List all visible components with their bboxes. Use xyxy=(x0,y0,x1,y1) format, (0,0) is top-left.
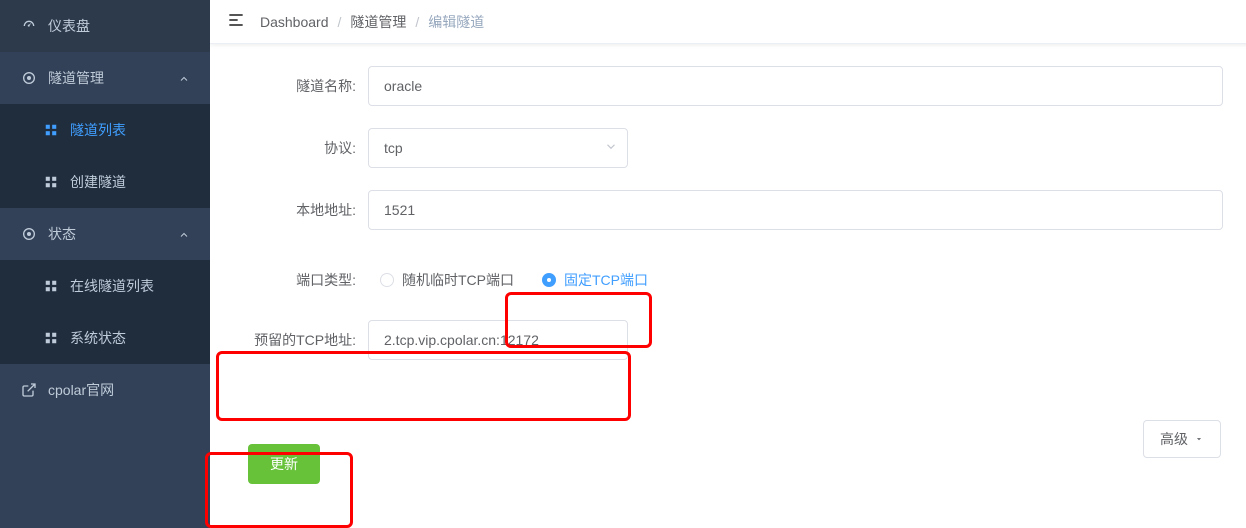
radio-dot xyxy=(380,273,394,287)
tunnel-name-label: 隧道名称: xyxy=(238,76,368,96)
sidebar-item-cpolar-site[interactable]: cpolar官网 xyxy=(0,364,210,416)
sidebar-item-label: 隧道管理 xyxy=(48,68,178,88)
tunnel-icon xyxy=(20,69,38,87)
advanced-toggle[interactable]: 高级 xyxy=(1143,420,1221,458)
annotation-highlight-reserved-tcp xyxy=(216,351,631,421)
sidebar-item-label: cpolar官网 xyxy=(48,380,190,400)
sidebar-item-tunnel-mgmt[interactable]: 隧道管理 xyxy=(0,52,210,104)
sidebar-item-tunnel-list[interactable]: 隧道列表 xyxy=(0,104,210,156)
hamburger-toggle[interactable] xyxy=(226,6,260,37)
protocol-select[interactable] xyxy=(368,128,628,168)
advanced-label: 高级 xyxy=(1160,429,1188,449)
chevron-up-icon xyxy=(178,228,190,240)
grid-icon xyxy=(42,277,60,295)
radio-label: 固定TCP端口 xyxy=(564,270,648,290)
crumb-edit-tunnel: 编辑隧道 xyxy=(428,12,484,32)
topbar: Dashboard / 隧道管理 / 编辑隧道 xyxy=(210,0,1246,44)
main: Dashboard / 隧道管理 / 编辑隧道 隧道名称: 协议: xyxy=(210,0,1246,528)
radio-fixed-port[interactable]: 固定TCP端口 xyxy=(530,262,660,298)
sidebar-item-status[interactable]: 状态 xyxy=(0,208,210,260)
crumb-tunnel-mgmt[interactable]: 隧道管理 xyxy=(350,12,406,32)
grid-icon xyxy=(42,173,60,191)
breadcrumb: Dashboard / 隧道管理 / 编辑隧道 xyxy=(260,12,484,32)
caret-down-icon xyxy=(1194,434,1204,444)
grid-icon xyxy=(42,329,60,347)
gauge-icon xyxy=(20,17,38,35)
form-content: 隧道名称: 协议: 本地地址: xyxy=(210,44,1246,528)
sidebar-item-system-status[interactable]: 系统状态 xyxy=(0,312,210,364)
reserved-tcp-input[interactable] xyxy=(368,320,628,360)
external-link-icon xyxy=(20,381,38,399)
local-addr-label: 本地地址: xyxy=(238,200,368,220)
crumb-separator: / xyxy=(338,14,342,30)
crumb-separator: / xyxy=(415,14,419,30)
sidebar-item-dashboard[interactable]: 仪表盘 xyxy=(0,0,210,52)
port-type-label: 端口类型: xyxy=(238,270,368,290)
sidebar-item-label: 在线隧道列表 xyxy=(70,276,190,296)
sidebar-item-label: 系统状态 xyxy=(70,328,190,348)
sidebar-item-label: 状态 xyxy=(48,224,178,244)
chevron-up-icon xyxy=(178,72,190,84)
radio-dot xyxy=(542,273,556,287)
radio-label: 随机临时TCP端口 xyxy=(402,270,514,290)
sidebar-item-label: 隧道列表 xyxy=(70,120,190,140)
sidebar-item-online-tunnels[interactable]: 在线隧道列表 xyxy=(0,260,210,312)
tunnel-name-input[interactable] xyxy=(368,66,1223,106)
sidebar: 仪表盘 隧道管理 隧道列表 创建隧道 xyxy=(0,0,210,528)
sidebar-item-label: 仪表盘 xyxy=(48,16,190,36)
protocol-label: 协议: xyxy=(238,138,368,158)
grid-icon xyxy=(42,121,60,139)
sidebar-item-label: 创建隧道 xyxy=(70,172,190,192)
crumb-dashboard[interactable]: Dashboard xyxy=(260,14,329,30)
update-button[interactable]: 更新 xyxy=(248,444,320,484)
radio-random-port[interactable]: 随机临时TCP端口 xyxy=(368,262,526,298)
sidebar-item-create-tunnel[interactable]: 创建隧道 xyxy=(0,156,210,208)
local-addr-input[interactable] xyxy=(368,190,1223,230)
status-icon xyxy=(20,225,38,243)
reserved-tcp-label: 预留的TCP地址: xyxy=(238,330,368,350)
